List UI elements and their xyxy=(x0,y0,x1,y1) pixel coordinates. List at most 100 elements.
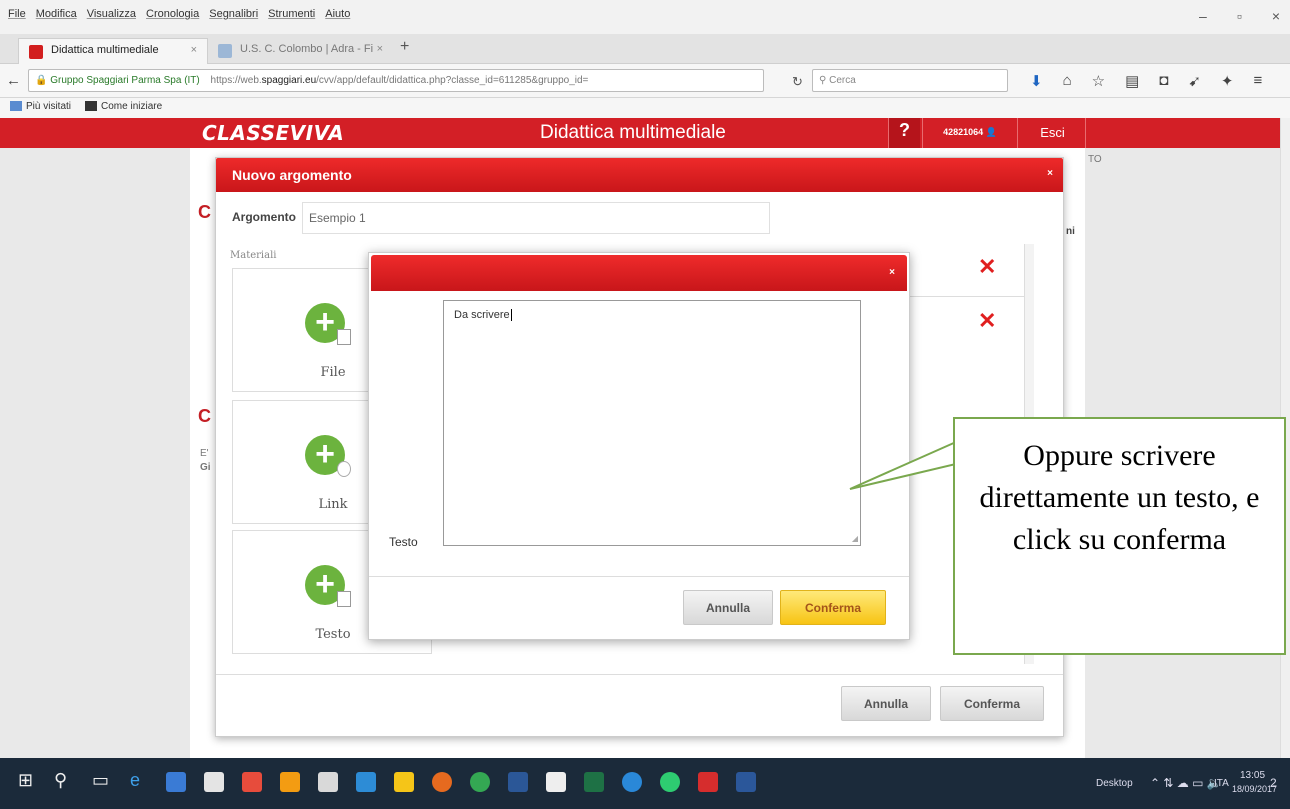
send-icon[interactable]: ➹ xyxy=(1188,72,1201,90)
back-arrow-icon[interactable]: ← xyxy=(6,72,21,89)
dialog-footer-divider xyxy=(369,576,909,577)
background-text: ni xyxy=(1066,226,1075,237)
text-dialog: × Da scrivere ◢ Testo Annulla Conferma xyxy=(368,252,910,640)
word-icon[interactable] xyxy=(736,772,756,792)
bookmark-come-iniziare[interactable]: Come iniziare xyxy=(85,101,162,118)
instruction-callout: Oppure scrivere direttamente un testo, e… xyxy=(953,417,1286,655)
dialog-cancel-button[interactable]: Annulla xyxy=(683,590,773,625)
browser-menubar: File Modifica Visualizza Cronologia Segn… xyxy=(0,0,1290,34)
site-identity: Gruppo Spaggiari Parma Spa (IT) xyxy=(50,75,200,86)
menu-cronologia[interactable]: Cronologia xyxy=(146,8,199,20)
notification-center-icon[interactable]: 2 xyxy=(1270,776,1277,790)
dialog-confirm-button[interactable]: Conferma xyxy=(780,590,886,625)
tab-close-icon[interactable]: × xyxy=(191,44,197,56)
desktop-toolbar[interactable]: Desktop xyxy=(1096,778,1133,789)
menu-visualizza[interactable]: Visualizza xyxy=(87,8,136,20)
bookmark-piu-visitati[interactable]: Più visitati xyxy=(10,101,71,118)
logout-button[interactable]: Esci xyxy=(1020,118,1086,148)
materiali-label: Materiali xyxy=(230,250,277,261)
url-bar[interactable]: 🔒 Gruppo Spaggiari Parma Spa (IT) https:… xyxy=(28,69,764,92)
close-icon[interactable]: × xyxy=(889,267,895,278)
menu-modifica[interactable]: Modifica xyxy=(36,8,77,20)
text-caret xyxy=(510,309,512,322)
task-view-icon[interactable]: ▭ xyxy=(92,770,109,791)
remove-material-icon[interactable]: ✕ xyxy=(978,308,996,334)
remove-material-icon[interactable]: ✕ xyxy=(978,254,996,280)
folder-icon[interactable] xyxy=(394,772,414,792)
classeviva-favicon-icon xyxy=(29,45,43,59)
pocket-icon[interactable]: ◘ xyxy=(1159,72,1168,90)
background-text: E' xyxy=(200,448,209,459)
reload-icon[interactable]: ↻ xyxy=(792,74,803,90)
maximize-button[interactable]: ▫ xyxy=(1237,8,1242,24)
bookmark-star-icon[interactable]: ☆ xyxy=(1092,72,1105,90)
minimize-button[interactable]: – xyxy=(1199,8,1207,24)
firefox-icon[interactable] xyxy=(432,772,452,792)
help-button[interactable]: ? xyxy=(888,118,920,148)
language-indicator[interactable]: ITA xyxy=(1214,778,1229,789)
search-icon: ⚲ xyxy=(819,75,827,86)
extension-icon[interactable]: ✦ xyxy=(1221,72,1234,90)
menu-aiuto[interactable]: Aiuto xyxy=(325,8,350,20)
windows-taskbar: ⊞ ⚲ ▭ e Desktop ⌃ ⇅ ☁ ▭ 🔈 ITA 13:05 18/0… xyxy=(0,758,1290,809)
brand-logo[interactable]: CLASSEVIVA xyxy=(202,121,344,145)
page-icon xyxy=(85,101,98,112)
excel-icon[interactable] xyxy=(584,772,604,792)
modal-title: Nuovo argomento xyxy=(232,167,352,183)
section-heading: C xyxy=(198,202,211,222)
calculator-icon[interactable] xyxy=(318,772,338,792)
chrome-icon[interactable] xyxy=(470,772,490,792)
confirm-button[interactable]: Conferma xyxy=(940,686,1044,721)
menu-strumenti[interactable]: Strumenti xyxy=(268,8,315,20)
download-icon[interactable]: ⬇ xyxy=(1030,72,1043,90)
illustrator-icon[interactable] xyxy=(280,772,300,792)
menu-segnalibri[interactable]: Segnalibri xyxy=(209,8,258,20)
background-text: Gi xyxy=(200,462,211,473)
edge-icon[interactable]: e xyxy=(130,770,140,791)
home-icon[interactable]: ⌂ xyxy=(1063,72,1072,90)
argomento-input[interactable]: Esempio 1 xyxy=(302,202,770,234)
app-icon[interactable] xyxy=(622,772,642,792)
acrobat-icon[interactable] xyxy=(698,772,718,792)
explorer-icon[interactable] xyxy=(166,772,186,792)
navigation-bar: ← 🔒 Gruppo Spaggiari Parma Spa (IT) http… xyxy=(0,64,1290,98)
bookmarks-bar: Più visitati Come iniziare xyxy=(0,98,1290,118)
modal-header: Nuovo argomento × xyxy=(216,158,1063,192)
lock-icon: 🔒 xyxy=(35,75,48,86)
app-icon[interactable] xyxy=(660,772,680,792)
close-window-button[interactable]: × xyxy=(1272,8,1280,24)
callout-pointer xyxy=(849,440,958,490)
menu-file[interactable]: File xyxy=(8,8,26,20)
publisher-icon[interactable] xyxy=(508,772,528,792)
footer-divider xyxy=(216,674,1063,675)
cancel-button[interactable]: Annulla xyxy=(841,686,931,721)
tab-colombo[interactable]: U.S. C. Colombo | Adra - Fi × xyxy=(208,38,393,64)
library-icon[interactable]: ▤ xyxy=(1125,72,1139,90)
search-icon[interactable]: ⚲ xyxy=(54,770,67,791)
testo-label: Testo xyxy=(389,535,418,549)
tab-title: Didattica multimediale xyxy=(51,44,159,56)
tab-didattica[interactable]: Didattica multimediale × xyxy=(18,38,208,64)
user-icon: 👤 xyxy=(985,127,997,137)
document-icon xyxy=(337,591,351,607)
user-button[interactable]: 42821064 👤 xyxy=(922,118,1018,148)
menu-list: File Modifica Visualizza Cronologia Segn… xyxy=(8,8,350,20)
link-icon xyxy=(337,461,351,477)
tab-close-icon[interactable]: × xyxy=(377,43,383,55)
hamburger-menu-icon[interactable]: ≡ xyxy=(1254,72,1263,90)
clock-time[interactable]: 13:05 xyxy=(1240,770,1265,781)
url-text: https://web.spaggiari.eu/cvv/app/default… xyxy=(210,75,589,86)
background-text: TO xyxy=(1088,154,1102,165)
app-icon[interactable] xyxy=(356,772,376,792)
windows-start-icon[interactable]: ⊞ xyxy=(18,770,33,791)
text-textarea[interactable]: Da scrivere ◢ xyxy=(443,300,861,546)
close-icon[interactable]: × xyxy=(1047,168,1053,179)
new-tab-button[interactable]: + xyxy=(400,38,409,56)
tray-icons[interactable]: ⌃ ⇅ ☁ ▭ 🔈 xyxy=(1150,776,1222,790)
resize-grip-icon[interactable]: ◢ xyxy=(852,534,858,543)
store-icon[interactable] xyxy=(204,772,224,792)
office-icon[interactable] xyxy=(242,772,262,792)
mail-icon[interactable] xyxy=(546,772,566,792)
search-input[interactable]: ⚲ Cerca xyxy=(812,69,1008,92)
document-icon xyxy=(337,329,351,345)
